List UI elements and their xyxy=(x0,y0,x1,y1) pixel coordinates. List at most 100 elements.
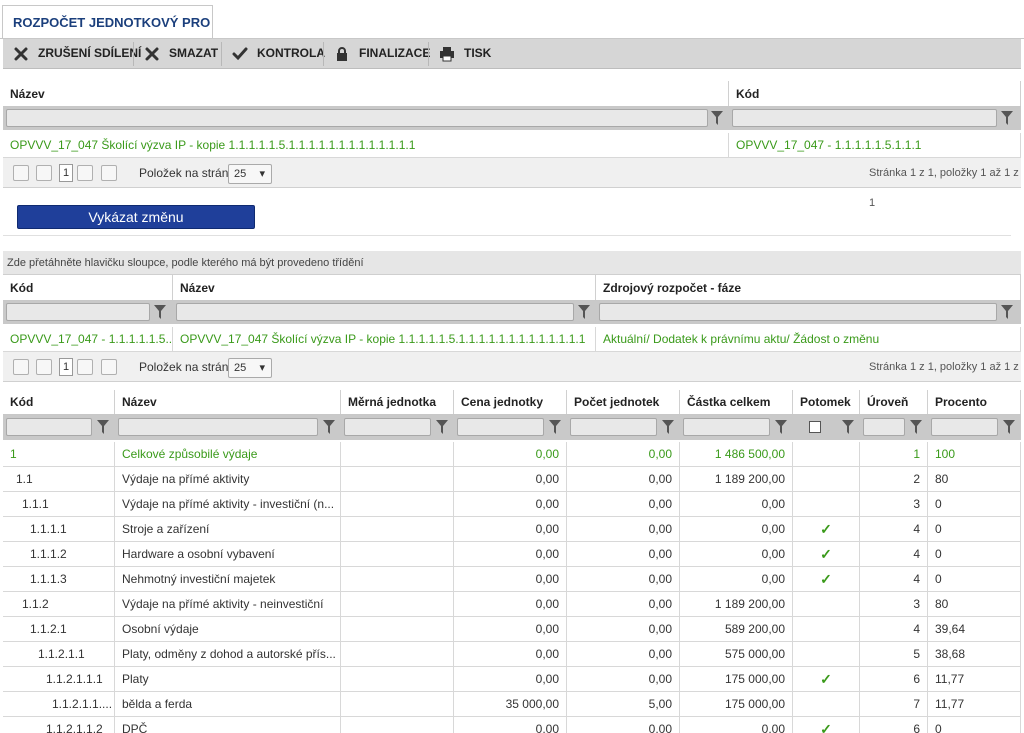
grid3-col-castka[interactable]: Částka celkem xyxy=(680,390,793,414)
tisk-button[interactable]: TISK xyxy=(439,39,491,68)
grid3-col-potomek[interactable]: Potomek xyxy=(793,390,860,414)
cell-castka: 175 000,00 xyxy=(680,667,793,691)
grid2-pager: 1 Položek na stránku 25 ▾ Stránka 1 z 1, … xyxy=(3,352,1021,403)
grid3-col-pocet[interactable]: Počet jednotek xyxy=(567,390,680,414)
table-row[interactable]: 1.1.2.1.1.1 Platy 0,00 0,00 175 000,00 ✓ 6 11,7… xyxy=(3,667,1021,692)
cell-potomek xyxy=(793,492,860,516)
table-row[interactable]: 1.1.1.3 Nehmotný investiční majetek 0,00 0,… xyxy=(3,567,1021,592)
table-row[interactable]: 1.1.2.1.1.2 DPČ 0,00 0,00 0,00 ✓ 6 0 xyxy=(3,717,1021,733)
next-page-button[interactable] xyxy=(77,165,93,181)
grid3-col-procento[interactable]: Procento xyxy=(928,390,1021,414)
filter-icon[interactable] xyxy=(1001,111,1013,125)
grid1-row[interactable]: OPVVV_17_047 Školící výzva IP - kopie 1.… xyxy=(3,133,1021,158)
first-page-button[interactable] xyxy=(13,359,29,375)
grid2-col-zdroj[interactable]: Zdrojový rozpočet - fáze xyxy=(596,275,1021,300)
per-page-select[interactable]: 25 ▾ xyxy=(228,164,272,184)
zruseni-sdileni-button[interactable]: ZRUŠENÍ SDÍLENÍ xyxy=(13,39,141,68)
grid3-filter-procento-input[interactable] xyxy=(931,418,998,436)
kontrola-button[interactable]: KONTROLA xyxy=(232,39,325,68)
cell-procento: 11,77 xyxy=(928,667,1021,691)
grid3-col-mj[interactable]: Měrná jednotka xyxy=(341,390,454,414)
cell-cena: 0,00 xyxy=(454,517,567,541)
filter-icon[interactable] xyxy=(775,420,787,434)
cell-nazev: Celkové způsobilé výdaje xyxy=(115,442,341,466)
table-row[interactable]: 1.1.2 Výdaje na přímé aktivity - neinvest… xyxy=(3,592,1021,617)
grid1-header: Název Kód xyxy=(3,81,1021,107)
next-page-button[interactable] xyxy=(77,359,93,375)
grid2-filter-nazev-input[interactable] xyxy=(176,303,574,321)
table-row[interactable]: 1.1.2.1.1.... bělda a ferda 35 000,00 5,00 1… xyxy=(3,692,1021,717)
cell-kod: 1.1.2.1.1.1 xyxy=(3,667,115,691)
last-page-button[interactable] xyxy=(101,359,117,375)
grid3-filter-pocet-input[interactable] xyxy=(570,418,657,436)
grid3-filter-castka-input[interactable] xyxy=(683,418,770,436)
filter-icon[interactable] xyxy=(1003,420,1015,434)
smazat-button[interactable]: SMAZAT xyxy=(144,39,218,68)
cell-mj xyxy=(341,717,454,733)
filter-icon[interactable] xyxy=(578,305,590,319)
table-row[interactable]: 1.1.2.1.1 Platy, odměny z dohod a autorsk… xyxy=(3,642,1021,667)
cell-procento: 0 xyxy=(928,542,1021,566)
filter-icon[interactable] xyxy=(711,111,723,125)
grid1-col-kod[interactable]: Kód xyxy=(729,81,1021,106)
filter-icon[interactable] xyxy=(323,420,335,434)
filter-icon[interactable] xyxy=(842,420,854,434)
cell-procento: 0 xyxy=(928,492,1021,516)
delete-icon xyxy=(145,47,159,60)
grid3-col-uroven[interactable]: Úroveň xyxy=(860,390,928,414)
first-page-button[interactable] xyxy=(13,165,29,181)
cell-nazev: Stroje a zařízení xyxy=(115,517,341,541)
filter-icon[interactable] xyxy=(549,420,561,434)
filter-icon[interactable] xyxy=(1001,305,1013,319)
filter-icon[interactable] xyxy=(662,420,674,434)
cell-castka: 1 189 200,00 xyxy=(680,592,793,616)
cell-kod: 1.1 xyxy=(3,467,115,491)
cell-mj xyxy=(341,442,454,466)
grid3-filter-nazev-input[interactable] xyxy=(118,418,318,436)
table-row[interactable]: 1.1.2.1 Osobní výdaje 0,00 0,00 589 200,00 4 3… xyxy=(3,617,1021,642)
cell-cena: 0,00 xyxy=(454,717,567,733)
grid3-filter-potomek-checkbox[interactable] xyxy=(809,421,821,433)
finalizace-button[interactable]: FINALIZACE xyxy=(334,39,430,68)
cell-kod: 1.1.2 xyxy=(3,592,115,616)
cell-pocet: 0,00 xyxy=(567,717,680,733)
grid2-filter-row xyxy=(3,301,1021,324)
table-row[interactable]: 1 Celkové způsobilé výdaje 0,00 0,00 1 486 5… xyxy=(3,442,1021,467)
grid3-col-cena[interactable]: Cena jednotky xyxy=(454,390,567,414)
grid3-filter-mj-input[interactable] xyxy=(344,418,431,436)
grid3-filter-uroven-input[interactable] xyxy=(863,418,905,436)
filter-icon[interactable] xyxy=(97,420,109,434)
table-row[interactable]: 1.1 Výdaje na přímé aktivity 0,00 0,00 1 189… xyxy=(3,467,1021,492)
cell-nazev: Výdaje na přímé aktivity - neinvestiční xyxy=(115,592,341,616)
tab-rozpocet[interactable]: ROZPOČET JEDNOTKOVÝ PRO ŽOZ xyxy=(2,5,213,64)
grid2-col-kod[interactable]: Kód xyxy=(3,275,173,300)
grid2-col-nazev[interactable]: Název xyxy=(173,275,596,300)
cell-potomek: ✓ xyxy=(793,567,860,591)
grid2-header: Kód Název Zdrojový rozpočet - fáze xyxy=(3,275,1021,301)
last-page-button[interactable] xyxy=(101,165,117,181)
grid3-col-nazev[interactable]: Název xyxy=(115,390,341,414)
filter-icon[interactable] xyxy=(154,305,166,319)
table-row[interactable]: 1.1.1.1 Stroje a zařízení 0,00 0,00 0,00 ✓ 4 0 xyxy=(3,517,1021,542)
grid2-filter-kod-input[interactable] xyxy=(6,303,150,321)
prev-page-button[interactable] xyxy=(36,165,52,181)
grid1-col-nazev[interactable]: Název xyxy=(3,81,729,106)
cell-mj xyxy=(341,517,454,541)
page-number[interactable]: 1 xyxy=(59,164,73,182)
prev-page-button[interactable] xyxy=(36,359,52,375)
grid1-filter-nazev-input[interactable] xyxy=(6,109,708,127)
grid3-col-kod[interactable]: Kód xyxy=(3,390,115,414)
filter-icon[interactable] xyxy=(436,420,448,434)
per-page-select[interactable]: 25 ▾ xyxy=(228,358,272,378)
page-number[interactable]: 1 xyxy=(59,358,73,376)
table-row[interactable]: 1.1.1.2 Hardware a osobní vybavení 0,00 0,0… xyxy=(3,542,1021,567)
grid1-filter-kod-input[interactable] xyxy=(732,109,997,127)
vykazat-zmenu-button[interactable]: Vykázat změnu xyxy=(17,205,255,229)
grid3-filter-cena-input[interactable] xyxy=(457,418,544,436)
grid2-filter-zdroj-input[interactable] xyxy=(599,303,997,321)
grid3-filter-kod-input[interactable] xyxy=(6,418,92,436)
filter-icon[interactable] xyxy=(910,420,922,434)
table-row[interactable]: 1.1.1 Výdaje na přímé aktivity - investič… xyxy=(3,492,1021,517)
cell-procento: 80 xyxy=(928,467,1021,491)
grid2-row[interactable]: OPVVV_17_047 - 1.1.1.1.1.5... OPVVV_17_0… xyxy=(3,327,1021,352)
